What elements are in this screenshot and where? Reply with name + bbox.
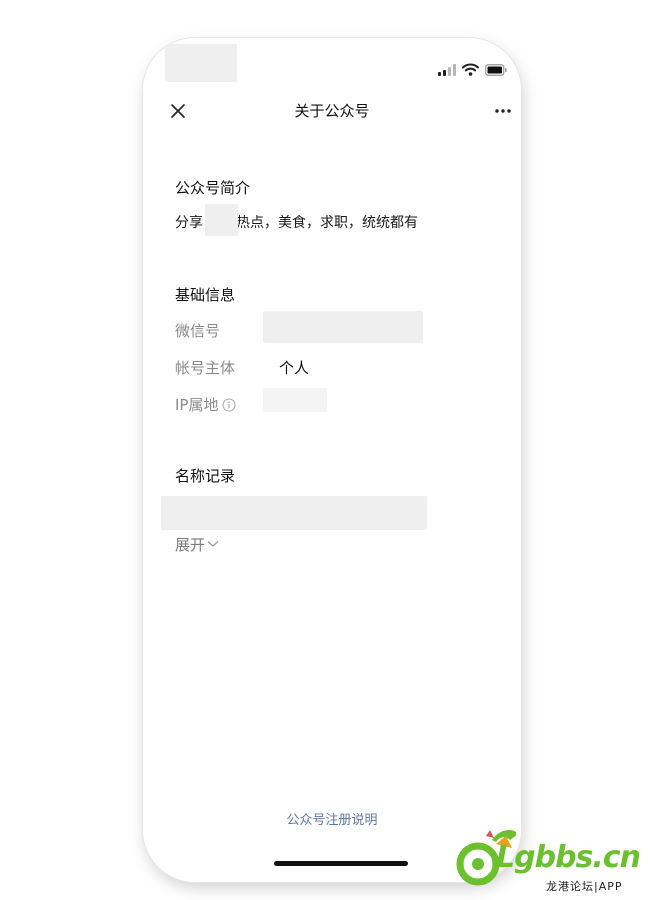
intro-text-before: 分享 (175, 215, 203, 231)
redacted-intro-block (205, 204, 238, 236)
ip-location-label-text: IP属地 (175, 396, 219, 414)
navigation-bar: 关于公众号 (143, 96, 521, 126)
battery-icon (485, 64, 507, 76)
wechat-id-label: 微信号 (175, 322, 221, 340)
redacted-status-time (165, 44, 237, 82)
ip-location-label: IP属地 (175, 394, 236, 415)
account-subject-label: 帐号主体 (175, 359, 236, 377)
watermark-subtitle: 龙港论坛|APP (546, 880, 623, 893)
name-history-heading: 名称记录 (175, 467, 236, 485)
status-bar-icons (438, 62, 507, 76)
intro-text-after: 热点，美食，求职，统统都有 (236, 215, 418, 231)
account-subject-value: 个人 (279, 359, 310, 377)
site-watermark: Lgbbs.cn 龙港论坛|APP (456, 826, 648, 896)
redacted-name-history (161, 496, 427, 530)
info-circle-icon[interactable] (222, 398, 236, 412)
expand-label: 展开 (175, 536, 206, 554)
expand-button[interactable]: 展开 (175, 534, 219, 555)
watermark-brand: Lgbbs.cn (496, 840, 641, 875)
redacted-wechat-id (263, 311, 423, 343)
more-icon[interactable] (493, 102, 513, 120)
chevron-down-icon (207, 534, 219, 552)
wifi-icon (462, 63, 479, 76)
signal-icon (438, 64, 456, 76)
home-indicator (274, 861, 408, 866)
basic-info-heading: 基础信息 (175, 286, 236, 304)
page: 关于公众号 公众号简介 分享 热点，美食，求职，统统都有 基础信息 微信号 帐号主… (0, 0, 651, 900)
intro-heading: 公众号简介 (175, 179, 251, 197)
phone-frame: 关于公众号 公众号简介 分享 热点，美食，求职，统统都有 基础信息 微信号 帐号主… (143, 38, 521, 882)
redacted-ip-location (263, 388, 327, 412)
page-title: 关于公众号 (294, 102, 370, 120)
